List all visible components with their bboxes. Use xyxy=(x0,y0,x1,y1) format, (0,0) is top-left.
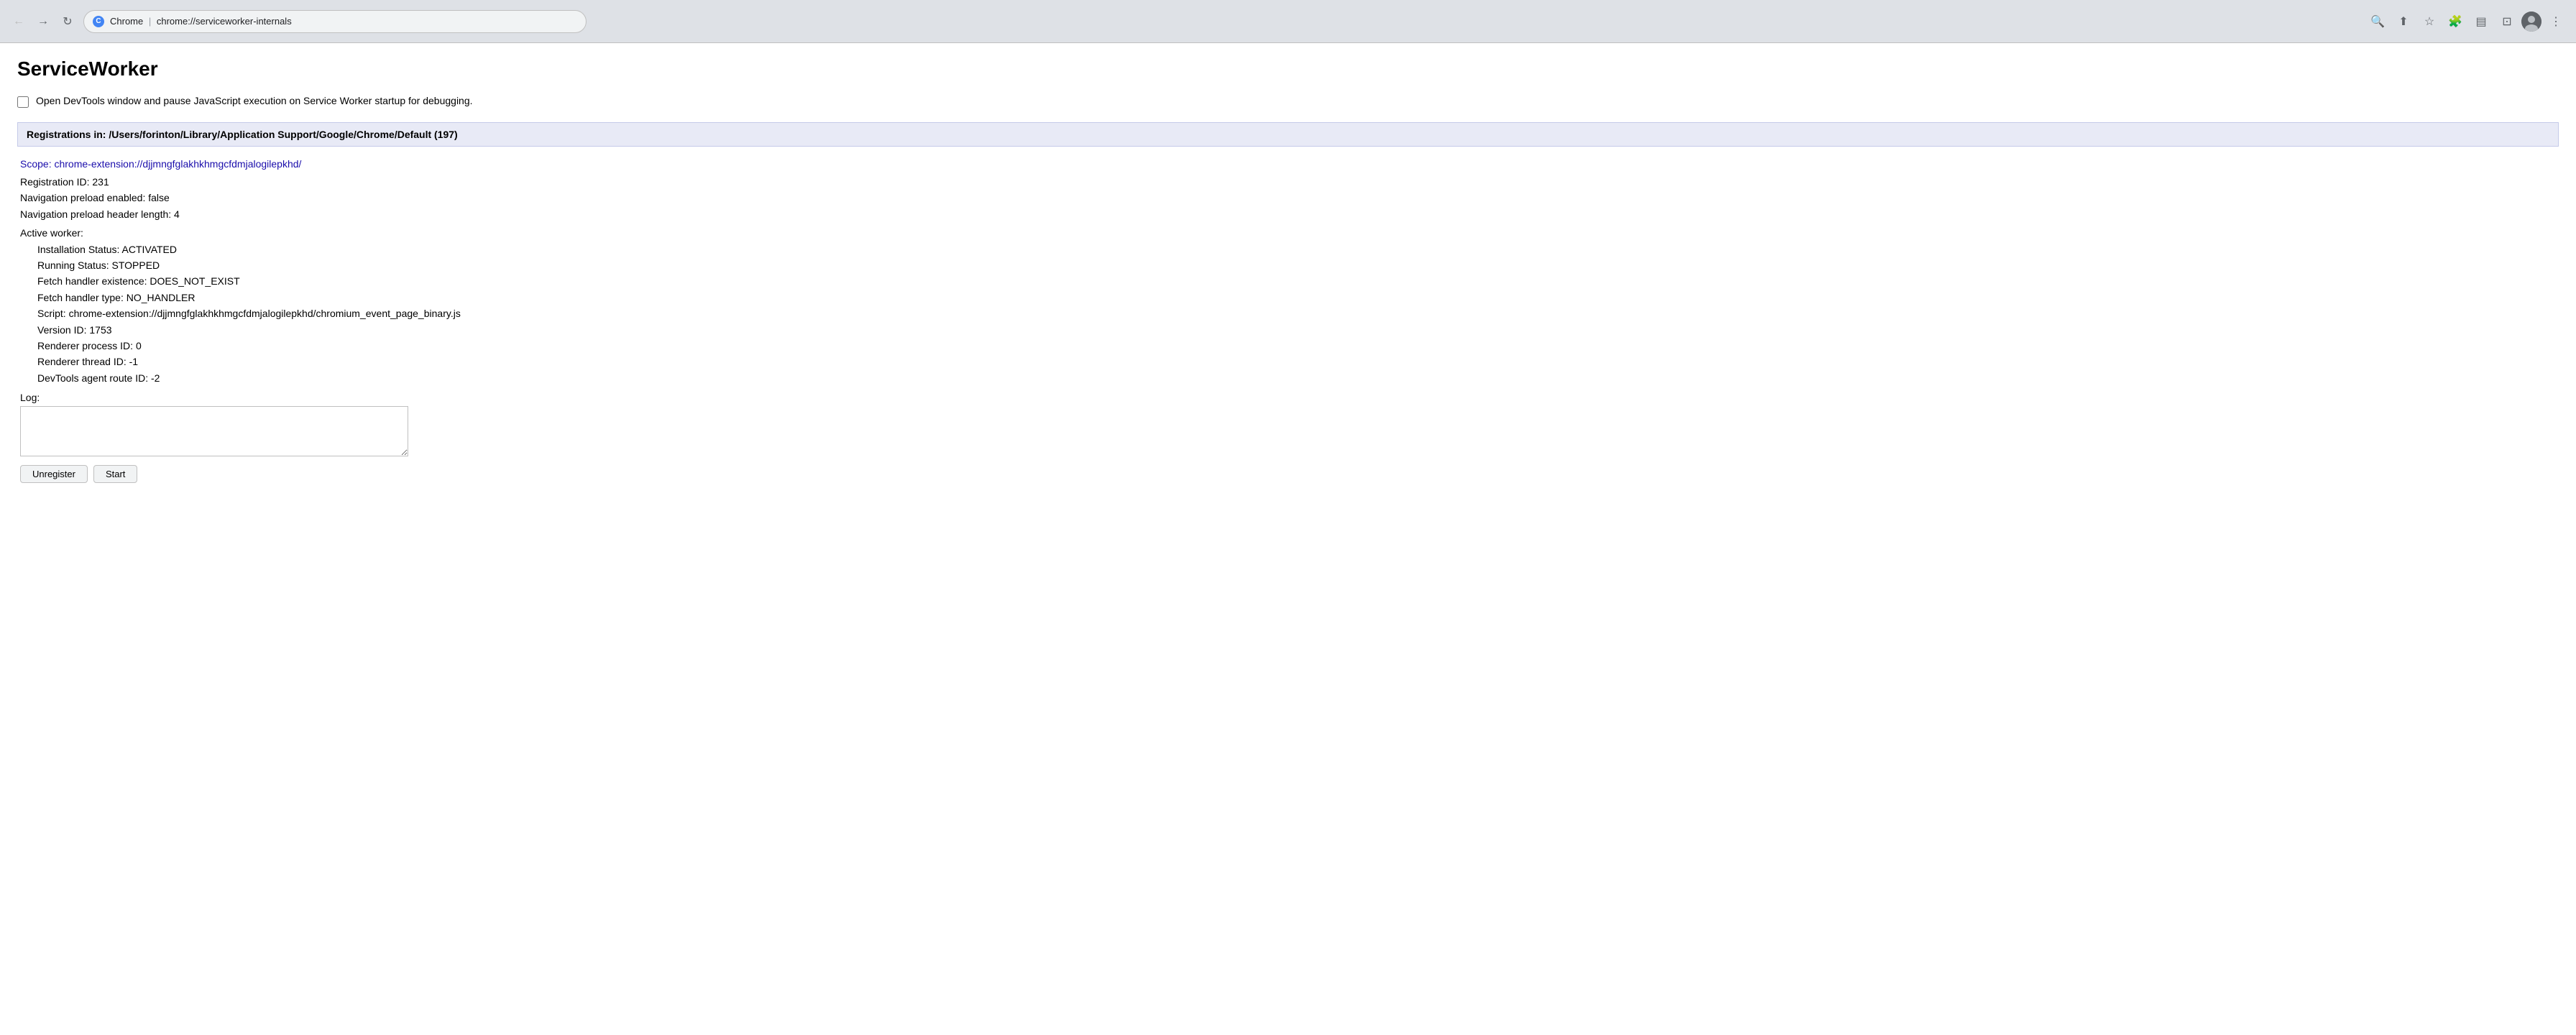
fetch-handler-existence: Fetch handler existence: DOES_NOT_EXIST xyxy=(20,273,2556,289)
running-status: Running Status: STOPPED xyxy=(20,257,2556,273)
renderer-thread-id: Renderer thread ID: -1 xyxy=(20,354,2556,369)
registration-id: Registration ID: 231 xyxy=(20,174,2556,190)
active-worker-label: Active worker: xyxy=(20,225,2556,241)
registrations-header: Registrations in: /Users/forinton/Librar… xyxy=(17,122,2559,147)
cast-icon[interactable]: ▤ xyxy=(2470,10,2493,33)
log-section: Log: xyxy=(20,392,2556,456)
split-view-icon[interactable]: ⊡ xyxy=(2496,10,2518,33)
toolbar-icons: 🔍 ⬆ ☆ 🧩 ▤ ⊡ ⋮ xyxy=(2366,10,2567,33)
unregister-button[interactable]: Unregister xyxy=(20,465,88,483)
scope-link[interactable]: Scope: chrome-extension://djjmngfglakhkh… xyxy=(20,158,2556,170)
bookmark-icon[interactable]: ☆ xyxy=(2418,10,2441,33)
back-button[interactable]: ← xyxy=(9,12,29,32)
address-bar[interactable]: C Chrome | chrome://serviceworker-intern… xyxy=(83,10,586,33)
browser-toolbar: ← → ↻ C Chrome | chrome://serviceworker-… xyxy=(0,0,2576,43)
devtools-agent-route-id: DevTools agent route ID: -2 xyxy=(20,370,2556,386)
address-text: Chrome | chrome://serviceworker-internal… xyxy=(110,16,577,27)
share-icon[interactable]: ⬆ xyxy=(2392,10,2415,33)
version-id: Version ID: 1753 xyxy=(20,322,2556,338)
service-worker-entry: Scope: chrome-extension://djjmngfglakhkh… xyxy=(17,158,2559,483)
favicon: C xyxy=(93,16,104,27)
log-label: Log: xyxy=(20,392,2556,403)
start-button[interactable]: Start xyxy=(93,465,137,483)
page-title: ServiceWorker xyxy=(17,58,2559,80)
reload-button[interactable]: ↻ xyxy=(58,12,78,32)
action-buttons: Unregister Start xyxy=(20,465,2556,483)
forward-button[interactable]: → xyxy=(33,12,53,32)
devtools-checkbox-row: Open DevTools window and pause JavaScrip… xyxy=(17,95,2559,108)
log-textarea[interactable] xyxy=(20,406,408,456)
nav-buttons: ← → ↻ xyxy=(9,12,78,32)
renderer-process-id: Renderer process ID: 0 xyxy=(20,338,2556,354)
extensions-icon[interactable]: 🧩 xyxy=(2444,10,2467,33)
script: Script: chrome-extension://djjmngfglakhk… xyxy=(20,305,2556,321)
devtools-checkbox[interactable] xyxy=(17,96,29,108)
fetch-handler-type: Fetch handler type: NO_HANDLER xyxy=(20,290,2556,305)
nav-preload-header-length: Navigation preload header length: 4 xyxy=(20,206,2556,222)
nav-preload-enabled: Navigation preload enabled: false xyxy=(20,190,2556,206)
devtools-checkbox-label[interactable]: Open DevTools window and pause JavaScrip… xyxy=(36,95,473,106)
installation-status: Installation Status: ACTIVATED xyxy=(20,242,2556,257)
search-icon[interactable]: 🔍 xyxy=(2366,10,2389,33)
active-worker-section: Active worker: Installation Status: ACTI… xyxy=(20,225,2556,386)
menu-icon[interactable]: ⋮ xyxy=(2544,10,2567,33)
page-content: ServiceWorker Open DevTools window and p… xyxy=(0,43,2576,497)
profile-avatar[interactable] xyxy=(2521,12,2542,32)
